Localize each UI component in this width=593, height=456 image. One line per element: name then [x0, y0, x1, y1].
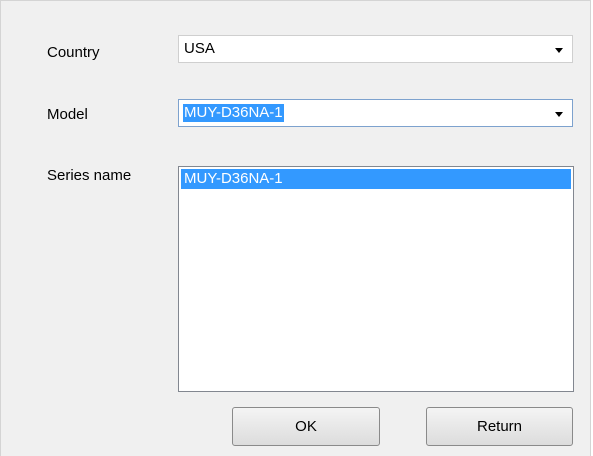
- return-button[interactable]: Return: [426, 407, 573, 446]
- country-value: USA: [184, 40, 215, 57]
- series-name-label: Series name: [47, 167, 132, 184]
- series-select-dialog: Country USA Model MUY-D36NA-1 Series nam…: [0, 0, 591, 456]
- country-label: Country: [47, 44, 100, 61]
- ok-button[interactable]: OK: [232, 407, 380, 446]
- model-value[interactable]: MUY-D36NA-1: [183, 104, 284, 122]
- model-label: Model: [47, 106, 88, 123]
- chevron-down-icon[interactable]: [555, 112, 563, 117]
- model-dropdown[interactable]: MUY-D36NA-1: [178, 99, 573, 127]
- chevron-down-icon[interactable]: [555, 48, 563, 53]
- series-name-list[interactable]: MUY-D36NA-1: [178, 166, 574, 392]
- list-item[interactable]: MUY-D36NA-1: [181, 169, 571, 189]
- country-dropdown[interactable]: USA: [178, 35, 573, 63]
